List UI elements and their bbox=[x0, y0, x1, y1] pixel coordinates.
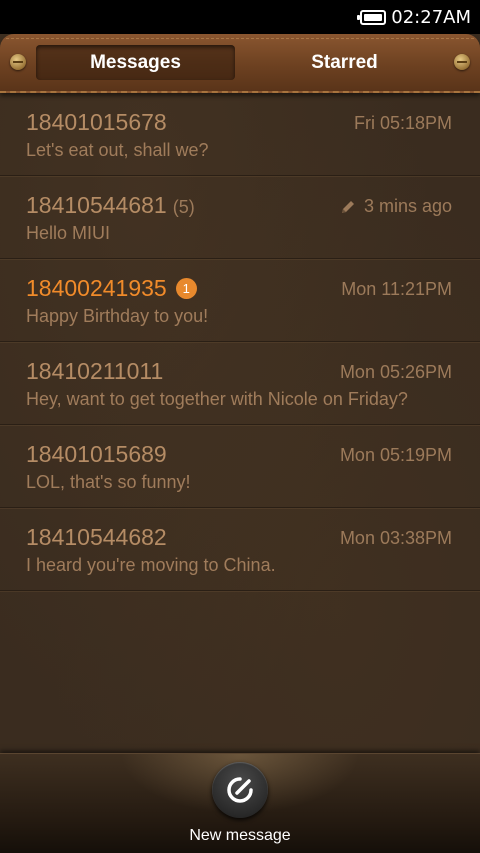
contact-number-text: 18410544682 bbox=[26, 524, 167, 550]
compose-icon bbox=[227, 777, 253, 803]
new-message-button[interactable] bbox=[212, 762, 268, 818]
message-time: Fri 05:18PM bbox=[353, 113, 452, 133]
conversation-row[interactable]: 18401015689 Mon 05:19PM LOL, that's so f… bbox=[0, 425, 480, 508]
battery-icon bbox=[357, 9, 387, 25]
contact-number: 18401015689 bbox=[26, 441, 167, 468]
status-clock: 02:27AM bbox=[391, 6, 471, 28]
contact-number: 18410544681 (5) bbox=[26, 192, 195, 219]
unread-badge: 1 bbox=[175, 278, 197, 299]
pencil-icon bbox=[341, 200, 354, 213]
contact-number: 18401015678 bbox=[26, 109, 167, 136]
message-time: Mon 11:21PM bbox=[341, 279, 452, 299]
contact-number-text: 18401015678 bbox=[26, 109, 167, 135]
tab-header: Messages Starred bbox=[0, 34, 480, 93]
bottom-bar: New message bbox=[0, 753, 480, 853]
message-preview: Hello MIUI bbox=[26, 223, 111, 243]
conversation-row[interactable]: 18410211011 Mon 05:26PM Hey, want to get… bbox=[0, 342, 480, 425]
tab-messages[interactable]: Messages bbox=[36, 45, 235, 80]
message-preview: Hey, want to get together with Nicole on… bbox=[26, 389, 408, 409]
message-preview: LOL, that's so funny! bbox=[26, 472, 191, 492]
message-time: 3 mins ago bbox=[340, 196, 452, 217]
conversation-row[interactable]: 18400241935 1 Mon 11:21PM Happy Birthday … bbox=[0, 259, 480, 342]
message-count: (5) bbox=[172, 197, 195, 217]
message-preview: I heard you're moving to China. bbox=[26, 555, 276, 575]
message-preview: Let's eat out, shall we? bbox=[26, 140, 209, 160]
contact-number-text: 18400241935 bbox=[26, 275, 167, 301]
stitch-decoration bbox=[6, 38, 474, 39]
contact-number-text: 18410544681 bbox=[26, 192, 167, 218]
new-message-label[interactable]: New message bbox=[0, 827, 480, 845]
message-time: Mon 03:38PM bbox=[339, 528, 452, 548]
conversation-row[interactable]: 18401015678 Fri 05:18PM Let's eat out, s… bbox=[0, 93, 480, 176]
status-bar: 02:27AM bbox=[0, 0, 480, 34]
contact-number: 18400241935 1 bbox=[26, 275, 197, 302]
message-time: Mon 05:19PM bbox=[339, 445, 452, 465]
conversation-row[interactable]: 18410544681 (5) 3 mins ago Hello MIUI bbox=[0, 176, 480, 259]
contact-number: 18410544682 bbox=[26, 524, 167, 551]
conversation-row[interactable]: 18410544682 Mon 03:38PM I heard you're m… bbox=[0, 508, 480, 591]
rivet-icon bbox=[454, 54, 470, 70]
messaging-screen: Messages Starred 18401015678 Fri 05:18PM… bbox=[0, 34, 480, 853]
message-time-text: 3 mins ago bbox=[363, 196, 452, 216]
contact-number-text: 18410211011 bbox=[26, 358, 164, 384]
message-time: Mon 05:26PM bbox=[339, 362, 452, 382]
message-preview: Happy Birthday to you! bbox=[26, 306, 209, 326]
contact-number-text: 18401015689 bbox=[26, 441, 167, 467]
contact-number: 18410211011 bbox=[26, 358, 163, 385]
conversation-list: 18401015678 Fri 05:18PM Let's eat out, s… bbox=[0, 93, 480, 591]
tab-starred[interactable]: Starred bbox=[245, 45, 444, 80]
rivet-icon bbox=[10, 54, 26, 70]
